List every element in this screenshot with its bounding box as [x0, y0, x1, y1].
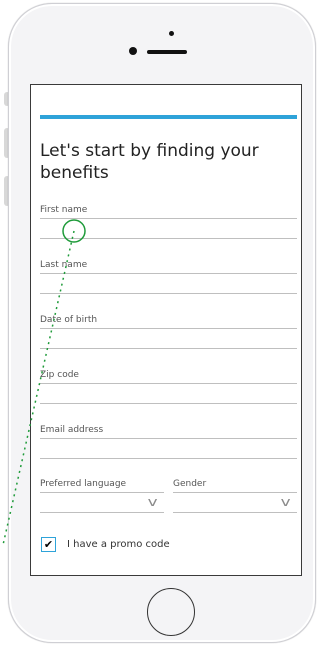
zip-code-label: Zip code	[40, 370, 79, 380]
email-address-label: Email address	[40, 425, 104, 435]
email-address-input[interactable]	[40, 439, 297, 458]
promo-code-label: I have a promo code	[67, 539, 170, 550]
first-name-label: First name	[40, 205, 88, 215]
last-name-input[interactable]	[40, 274, 297, 293]
first-name-input[interactable]	[40, 219, 297, 238]
preferred-language-label: Preferred language	[40, 479, 127, 489]
zip-code-field[interactable]: Zip code	[40, 370, 297, 404]
promo-code-checkbox[interactable]: ✔	[41, 537, 56, 552]
earpiece-speaker	[147, 50, 187, 54]
first-name-field[interactable]: First name	[40, 205, 297, 239]
email-address-field[interactable]: Email address	[40, 425, 297, 459]
gender-label: Gender	[173, 479, 207, 489]
gender-select[interactable]: Gender v	[173, 479, 297, 513]
page-title: Let's start by finding your benefits	[40, 141, 259, 183]
preferred-language-select[interactable]: Preferred language v	[40, 479, 164, 513]
date-of-birth-input[interactable]	[40, 329, 297, 348]
phone-screen: Let's start by finding your benefits Fir…	[30, 84, 302, 576]
zip-code-input[interactable]	[40, 384, 297, 403]
date-of-birth-field[interactable]: Date of birth	[40, 315, 297, 349]
date-of-birth-label: Date of birth	[40, 315, 98, 325]
sensor-dot	[169, 31, 174, 36]
last-name-label: Last name	[40, 260, 88, 270]
last-name-field[interactable]: Last name	[40, 260, 297, 294]
home-button[interactable]	[147, 588, 195, 636]
chevron-down-icon[interactable]: v	[280, 495, 290, 509]
chevron-down-icon[interactable]: v	[147, 495, 157, 509]
front-camera	[129, 47, 137, 55]
accent-bar	[40, 115, 297, 119]
